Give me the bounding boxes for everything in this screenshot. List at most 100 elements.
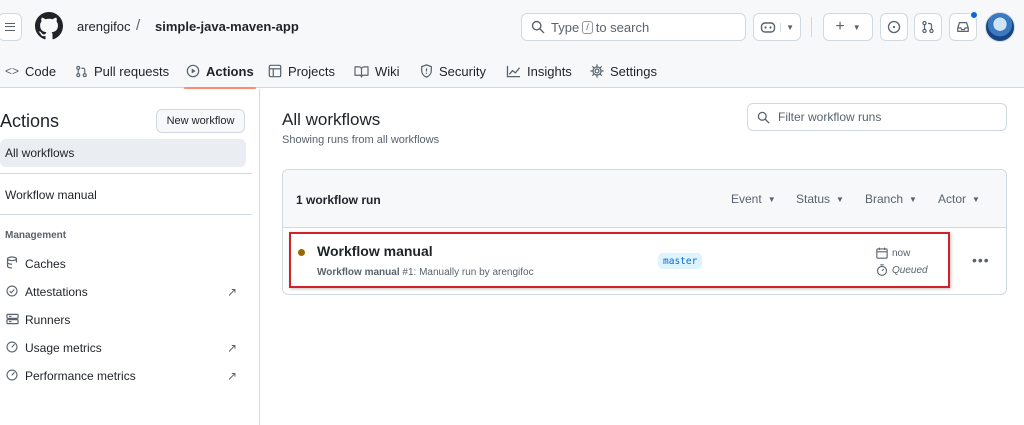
create-new-button[interactable]: + ▼ bbox=[823, 13, 873, 41]
status-filter-label: Status bbox=[796, 192, 831, 206]
book-icon bbox=[354, 65, 369, 78]
chevron-down-icon: ▼ bbox=[780, 22, 794, 32]
shield-icon bbox=[421, 64, 432, 78]
repo-owner-link[interactable]: arengifoc bbox=[77, 19, 130, 34]
search-prefix: Type bbox=[551, 19, 580, 35]
tab-insights[interactable]: Insights bbox=[506, 54, 572, 88]
graph-icon bbox=[506, 65, 521, 77]
event-filter-dropdown[interactable]: Event ▼ bbox=[731, 192, 776, 206]
tab-pull-requests[interactable]: Pull requests bbox=[75, 54, 169, 88]
attestations-label: Attestations bbox=[25, 285, 88, 299]
tab-settings[interactable]: Settings bbox=[590, 54, 657, 88]
run-number: #1 bbox=[402, 267, 414, 278]
git-pull-request-icon bbox=[922, 20, 934, 34]
sidebar-divider bbox=[0, 214, 252, 215]
check-circle-icon bbox=[5, 284, 19, 300]
tab-security-label: Security bbox=[439, 63, 486, 79]
header-divider bbox=[811, 17, 812, 37]
sidebar-item-usage-metrics[interactable]: Usage metrics ↗ bbox=[5, 338, 245, 358]
search-icon bbox=[757, 111, 770, 123]
actor-filter-dropdown[interactable]: Actor ▼ bbox=[938, 192, 980, 206]
tab-projects-label: Projects bbox=[288, 63, 335, 79]
notification-dot bbox=[970, 11, 978, 19]
page-subtitle: Showing runs from all workflows bbox=[282, 134, 440, 146]
sidebar-divider bbox=[0, 173, 252, 174]
tab-actions[interactable]: Actions bbox=[184, 54, 256, 89]
sidebar-item-runners[interactable]: Runners bbox=[5, 310, 245, 330]
runs-list-header: 1 workflow run Event ▼ Status ▼ Branch ▼ Ac… bbox=[283, 170, 1006, 228]
issues-button[interactable] bbox=[880, 13, 908, 41]
play-icon bbox=[186, 64, 200, 78]
run-meta: Workflow manual #1: Manually run by aren… bbox=[317, 267, 534, 278]
chevron-down-icon: ▼ bbox=[972, 194, 980, 204]
runners-label: Runners bbox=[25, 313, 71, 327]
code-icon: <> bbox=[5, 64, 20, 78]
copilot-button[interactable]: ▼ bbox=[753, 13, 801, 41]
hamburger-icon bbox=[5, 23, 15, 31]
gear-icon bbox=[590, 64, 604, 78]
run-status: Queued bbox=[876, 264, 928, 276]
workflow-run-row[interactable] bbox=[283, 228, 1006, 294]
global-search-input[interactable]: Type / to search bbox=[521, 13, 746, 41]
search-icon bbox=[531, 20, 545, 34]
git-pull-request-icon bbox=[76, 65, 87, 77]
usage-metrics-label: Usage metrics bbox=[25, 341, 102, 355]
search-suffix: to search bbox=[595, 19, 650, 35]
chevron-down-icon: ▼ bbox=[767, 194, 776, 204]
tab-security[interactable]: Security bbox=[420, 54, 486, 88]
page-title: All workflows bbox=[282, 110, 381, 129]
performance-metrics-label: Performance metrics bbox=[25, 369, 136, 383]
github-logo-icon[interactable] bbox=[35, 12, 63, 40]
arrow-up-right-icon: ↗ bbox=[226, 341, 237, 355]
management-heading: Management bbox=[5, 230, 67, 241]
stopwatch-icon bbox=[876, 264, 888, 276]
repo-name-link[interactable]: simple-java-maven-app bbox=[155, 19, 299, 34]
cache-icon bbox=[5, 256, 19, 272]
kebab-horizontal-icon[interactable]: ••• bbox=[972, 252, 990, 268]
copilot-icon bbox=[760, 22, 776, 33]
tab-code[interactable]: <> Code bbox=[5, 54, 56, 88]
event-filter-label: Event bbox=[731, 192, 762, 206]
status-filter-dropdown[interactable]: Status ▼ bbox=[796, 192, 844, 206]
run-title-link[interactable]: Workflow manual bbox=[317, 243, 433, 259]
search-shortcut-key: / bbox=[582, 20, 593, 34]
sidebar-item-performance-metrics[interactable]: Performance metrics ↗ bbox=[5, 366, 245, 386]
chevron-down-icon: ▼ bbox=[836, 194, 844, 204]
runs-count: 1 workflow run bbox=[296, 193, 381, 207]
filter-workflow-runs-input[interactable]: Filter workflow runs bbox=[747, 103, 1007, 131]
sidebar-item-workflow-manual[interactable]: Workflow manual bbox=[0, 181, 246, 209]
sidebar-item-caches[interactable]: Caches bbox=[5, 254, 245, 274]
sidebar-item-attestations[interactable]: Attestations ↗ bbox=[5, 282, 245, 302]
branch-filter-dropdown[interactable]: Branch ▼ bbox=[865, 192, 917, 206]
filter-placeholder: Filter workflow runs bbox=[778, 110, 882, 124]
actions-sidebar: Actions New workflow All workflows Workf… bbox=[0, 89, 260, 425]
sidebar-title: Actions bbox=[0, 111, 60, 131]
plus-icon: + bbox=[835, 18, 845, 35]
arrow-up-right-icon: ↗ bbox=[226, 285, 237, 299]
issue-opened-icon bbox=[887, 20, 901, 34]
repo-navigation: <> Code Pull requests Actions Projects W… bbox=[0, 54, 1024, 89]
tab-projects[interactable]: Projects bbox=[268, 54, 335, 88]
menu-button[interactable] bbox=[0, 13, 22, 41]
user-avatar[interactable] bbox=[985, 12, 1015, 42]
caches-label: Caches bbox=[25, 257, 66, 271]
meter-icon bbox=[5, 340, 19, 356]
tab-wiki[interactable]: Wiki bbox=[354, 54, 400, 88]
sidebar-item-all-workflows[interactable]: All workflows bbox=[0, 139, 246, 167]
tab-pull-requests-label: Pull requests bbox=[94, 63, 170, 79]
run-time: now bbox=[876, 247, 910, 259]
new-workflow-button[interactable]: New workflow bbox=[156, 109, 245, 133]
global-header: arengifoc / simple-java-maven-app Type /… bbox=[0, 0, 1024, 54]
branch-filter-label: Branch bbox=[865, 192, 904, 206]
chevron-down-icon: ▼ bbox=[852, 22, 861, 32]
path-separator: / bbox=[136, 17, 141, 34]
pull-requests-button[interactable] bbox=[914, 13, 942, 41]
tab-wiki-label: Wiki bbox=[375, 63, 400, 79]
run-status-label: Queued bbox=[892, 264, 928, 276]
tab-settings-label: Settings bbox=[610, 63, 657, 79]
arrow-up-right-icon: ↗ bbox=[226, 369, 237, 383]
queued-status-icon bbox=[298, 249, 305, 256]
branch-label[interactable]: master bbox=[658, 253, 703, 269]
table-icon bbox=[268, 64, 282, 78]
run-time-label: now bbox=[892, 247, 911, 259]
